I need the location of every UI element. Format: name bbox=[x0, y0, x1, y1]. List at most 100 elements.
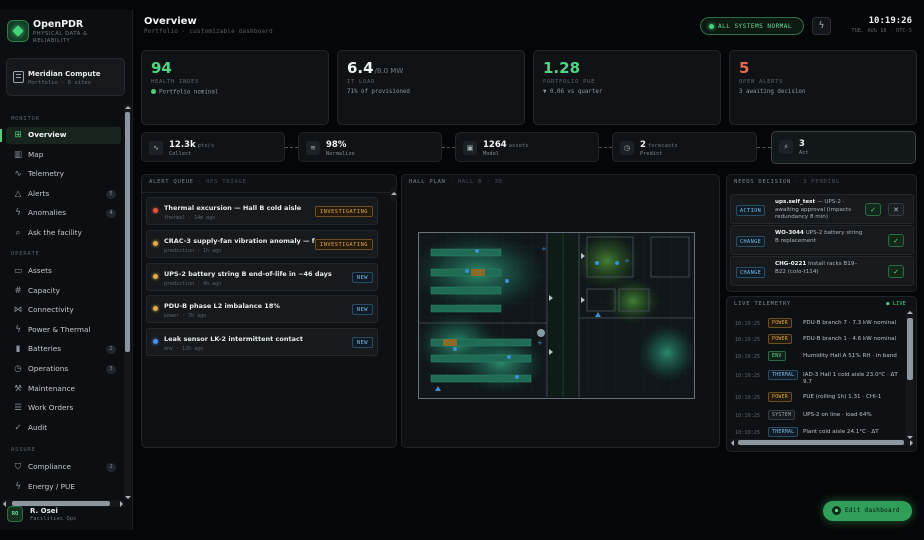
alert-meta: power · 7h ago bbox=[164, 313, 207, 320]
sidebar-item-energy-pue[interactable]: ϟ Energy / PUE bbox=[6, 479, 121, 496]
sidebar-item-connectivity[interactable]: ⋈ Connectivity bbox=[6, 302, 121, 319]
hall-plan-title: Hall plan · Hall B · 3D bbox=[409, 179, 503, 185]
pipeline-stage-model[interactable]: ▣ 1264 assets Model bbox=[455, 132, 599, 162]
check-icon: ✓ bbox=[870, 206, 876, 214]
sidebar-item-capacity[interactable]: # Capacity bbox=[6, 283, 121, 300]
warning-icon: △ bbox=[14, 188, 22, 199]
decision-row[interactable]: CHANGE WO-3044 UPS-2 battery string B rep… bbox=[730, 225, 914, 255]
alert-row[interactable]: Thermal excursion — Hall B cold aisle the… bbox=[146, 197, 378, 225]
approve-button[interactable]: ✓ bbox=[865, 203, 881, 216]
scroll-right-arrow-icon[interactable] bbox=[910, 439, 916, 446]
sidebar-item-maintenance[interactable]: ⚒ Maintenance bbox=[6, 381, 121, 398]
sidebar-item-label: Batteries bbox=[28, 344, 62, 354]
kpi-card[interactable]: 6.4/8.0 MW IT load 71% of provisioned bbox=[337, 50, 525, 125]
scroll-right-arrow-icon[interactable] bbox=[120, 500, 126, 507]
sidebar-horizontal-scroll-thumb[interactable] bbox=[12, 501, 110, 506]
pipeline-stage-act[interactable]: ⚡ 3 Act bbox=[771, 131, 916, 164]
sidebar-item-work-orders[interactable]: ☰ Work Orders bbox=[6, 400, 121, 417]
alert-status-badge[interactable]: NEW bbox=[351, 271, 373, 283]
sidebar-item-label: Telemetry bbox=[28, 169, 64, 179]
bolt-icon: ⚡ bbox=[779, 140, 793, 154]
alert-status-badge[interactable]: NEW bbox=[351, 304, 373, 316]
kpi-card[interactable]: 94 Health index Portfolio nominal bbox=[141, 50, 329, 125]
alert-row[interactable]: UPS-2 battery string B end-of-life in ~4… bbox=[146, 262, 378, 291]
user-avatar[interactable]: RO bbox=[7, 506, 23, 522]
kpi-card[interactable]: 5 Open alerts 3 awaiting decision bbox=[729, 50, 917, 125]
battery-icon: ▮ bbox=[15, 344, 21, 355]
scroll-up-arrow-icon[interactable] bbox=[390, 189, 397, 195]
sidebar: OpenPDR PHYSICAL DATA & RELIABILITY Meri… bbox=[0, 10, 133, 530]
org-switcher[interactable]: Meridian Compute Portfolio · 6 sites bbox=[6, 58, 125, 96]
kpi-card[interactable]: 1.28 Portfolio PUE ▼ 0.06 vs quarter bbox=[533, 50, 721, 125]
page-title: Overview bbox=[144, 16, 197, 27]
sidebar-item-batteries[interactable]: ▮ Batteries 2 bbox=[6, 341, 121, 358]
decision-type-badge: CHANGE bbox=[736, 267, 766, 278]
sidebar-item-label: Energy / PUE bbox=[28, 481, 75, 491]
scroll-left-arrow-icon[interactable] bbox=[728, 439, 734, 446]
pipeline-connector bbox=[757, 147, 771, 148]
approve-button[interactable]: ✓ bbox=[888, 234, 904, 247]
system-status-badge[interactable]: ALL SYSTEMS NORMAL bbox=[700, 17, 804, 35]
decision-row[interactable]: ACTION ups.self_test — UPS-2 · awaiting a… bbox=[730, 194, 914, 224]
pipeline-connector bbox=[442, 147, 455, 148]
sidebar-item-assets[interactable]: ▭ Assets bbox=[6, 263, 121, 280]
sidebar-vertical-scroll-thumb[interactable] bbox=[125, 112, 130, 352]
sidebar-item-audit[interactable]: ✓ Audit bbox=[6, 420, 121, 437]
telemetry-time: 10:19:25 bbox=[735, 413, 760, 419]
quick-action-button[interactable]: ϟ bbox=[812, 17, 831, 35]
pipeline-number: 1264 bbox=[483, 140, 507, 150]
scroll-up-arrow-icon[interactable] bbox=[907, 308, 913, 314]
nav-count-badge: 5 bbox=[106, 189, 116, 199]
alert-status-badge[interactable]: INVESTIGATING bbox=[315, 206, 373, 217]
sidebar-item-overview[interactable]: ⊞ Overview bbox=[0, 127, 121, 144]
pipeline-stage-predict[interactable]: ◷ 2 forecasts Predict bbox=[612, 132, 757, 162]
bolt-icon: ϟ bbox=[15, 324, 21, 335]
sidebar-item-ask-the-facility[interactable]: ⌕ Ask the facility bbox=[6, 225, 121, 242]
nav-count-badge: 3 bbox=[106, 365, 116, 374]
sidebar-item-anomalies[interactable]: ϟ Anomalies 4 bbox=[6, 205, 121, 222]
severity-dot-icon bbox=[153, 306, 158, 312]
alert-title: UPS-2 battery string B end-of-life in ~4… bbox=[164, 269, 332, 278]
alert-title: Thermal excursion — Hall B cold aisle bbox=[164, 204, 302, 212]
sidebar-item-label: Map bbox=[28, 149, 44, 159]
pipeline-number: 3 bbox=[799, 139, 805, 149]
org-sub: Portfolio · 6 sites bbox=[28, 80, 91, 86]
kpi-footnote: 3 awaiting decision bbox=[739, 89, 805, 95]
pipeline-stage-collect[interactable]: ∿ 12.3k pts/s Collect bbox=[141, 132, 285, 162]
sidebar-item-compliance[interactable]: ⛉ Compliance 2 bbox=[6, 459, 121, 476]
scroll-up-arrow-icon[interactable] bbox=[124, 103, 131, 109]
alert-row[interactable]: Leak sensor LK-2 intermittent contact env… bbox=[146, 328, 378, 357]
telemetry-vertical-scroll-thumb[interactable] bbox=[907, 318, 913, 380]
reject-button[interactable]: ✕ bbox=[888, 203, 904, 216]
user-role: Facilities Ops bbox=[30, 516, 77, 522]
telemetry-horizontal-scroll-thumb[interactable] bbox=[738, 440, 904, 445]
alert-row[interactable]: CRAC-3 supply-fan vibration anomaly — f…… bbox=[146, 229, 378, 258]
sidebar-item-power-thermal[interactable]: ϟ Power & Thermal bbox=[6, 322, 121, 339]
edit-dashboard-button[interactable]: Edit dashboard bbox=[823, 501, 912, 521]
telemetry-time: 10:19:25 bbox=[735, 354, 760, 360]
approve-button[interactable]: ✓ bbox=[888, 265, 904, 278]
sidebar-item-map[interactable]: ▥ Map bbox=[6, 147, 121, 164]
alert-status-badge[interactable]: INVESTIGATING bbox=[315, 238, 373, 250]
alert-row[interactable]: PDU-B phase L2 imbalance 18% power · 7h a… bbox=[146, 295, 378, 324]
pipeline-unit: forecasts bbox=[647, 143, 678, 149]
decision-type-badge: CHANGE bbox=[736, 236, 766, 247]
pipeline-stage-normalize[interactable]: ≋ 98% Normalize bbox=[298, 132, 442, 162]
scroll-left-arrow-icon[interactable] bbox=[0, 500, 6, 507]
sidebar-item-telemetry[interactable]: ∿ Telemetry bbox=[6, 166, 121, 183]
telemetry-message: PDU-B branch 1 · 4.6 kW nominal bbox=[803, 336, 897, 342]
sidebar-item-alerts[interactable]: △ Alerts 5 bbox=[6, 186, 121, 203]
decision-row[interactable]: CHANGE CHG-0221 Install racks B19–B22 (co… bbox=[730, 256, 914, 286]
decision-id: ups.self_test bbox=[775, 199, 816, 205]
alert-meta: env · 12h ago bbox=[164, 346, 204, 353]
sidebar-item-operations[interactable]: ◷ Operations 3 bbox=[6, 361, 121, 378]
kpi-value: 5 bbox=[739, 59, 749, 77]
sidebar-vertical-scrollbar[interactable] bbox=[124, 105, 131, 500]
alert-status-badge[interactable]: NEW bbox=[351, 337, 373, 349]
telemetry-vertical-scrollbar[interactable] bbox=[906, 310, 914, 440]
kpi-footnote-text: 3 awaiting decision bbox=[739, 89, 806, 95]
hall-floor-plan[interactable]: + + + bbox=[418, 232, 695, 399]
app-tagline: PHYSICAL DATA & RELIABILITY bbox=[33, 31, 88, 44]
alert-queue-scroll-arrow[interactable] bbox=[390, 187, 397, 201]
telemetry-horizontal-scrollbar[interactable] bbox=[730, 439, 914, 446]
